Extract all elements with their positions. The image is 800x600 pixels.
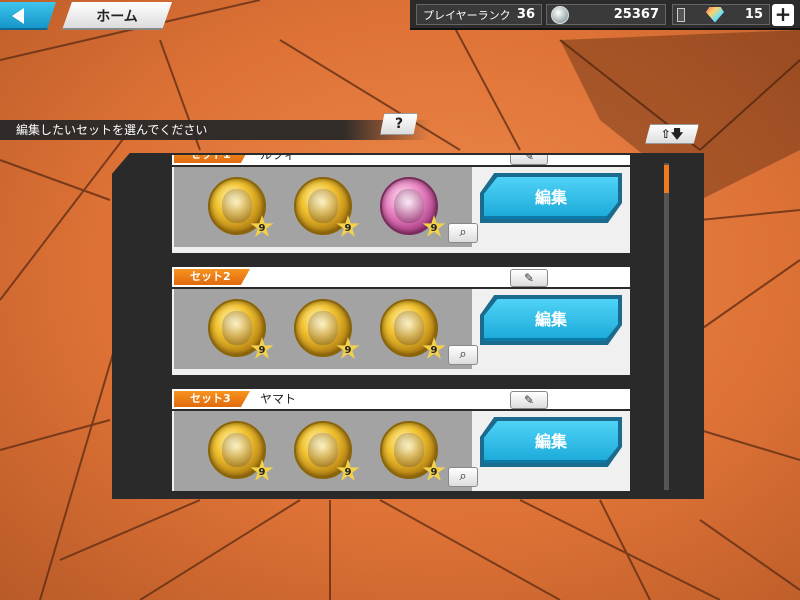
character-portrait [222,433,252,467]
character-portrait [394,311,424,345]
set-name: ヤマト [260,392,297,406]
home-button[interactable]: ホーム [62,2,172,30]
character-portrait [308,433,338,467]
gem-value: 15 [744,7,763,22]
gem-counter: 15 [672,4,770,25]
set-card-3: セット3 ヤマト ✎ 9 9 9 ⌕ 編集 [172,389,630,491]
edit-button[interactable]: 編集 [484,299,618,341]
character-portrait [222,189,252,223]
medal-slots: 9 9 9 [174,411,472,491]
rename-pen-icon[interactable]: ✎ [510,155,548,165]
character-portrait [308,189,338,223]
character-portrait [222,311,252,345]
search-magnifier-button[interactable]: ⌕ [448,223,478,243]
rename-pen-icon[interactable]: ✎ [510,391,548,409]
help-button[interactable]: ? [380,113,418,135]
scrollbar-thumb[interactable] [664,165,669,193]
player-rank-value: 36 [516,7,535,22]
player-rank: プレイヤーランク 36 [416,4,542,25]
coin-icon [551,5,569,24]
set-card-header: セット3 ヤマト ✎ [172,389,630,409]
add-gems-button[interactable]: + [772,4,794,26]
medal-slots: 9 9 9 [174,289,472,369]
character-portrait [394,433,424,467]
gem-icon [705,6,724,23]
medal-slots: 9 9 9 [174,167,472,247]
set-card-header: セット2 ✎ [172,267,630,287]
coin-value: 25367 [613,7,659,22]
back-button[interactable] [0,2,56,30]
coin-counter: 25367 [546,4,666,25]
scrollbar-track[interactable] [664,163,669,490]
character-portrait [308,311,338,345]
edit-button[interactable]: 編集 [484,177,618,219]
character-portrait [394,189,424,223]
set-card-body: 9 9 9 ⌕ 編集 [172,289,630,375]
set-label: セット3 [174,391,250,407]
search-magnifier-button[interactable]: ⌕ [448,467,478,487]
set-card-2: セット2 ✎ 9 9 9 ⌕ 編集 [172,267,630,375]
set-card-body: 9 9 9 ⌕ 編集 [172,411,630,491]
edit-button[interactable]: 編集 [484,421,618,463]
search-magnifier-button[interactable]: ⌕ [448,345,478,365]
set-card-body: 9 9 9 ⌕ 編集 [172,167,630,253]
set-label: セット1 [174,155,250,163]
gauge-icon [677,7,685,22]
back-arrow-icon [12,8,24,24]
instruction-text: 編集したいセットを選んでください [0,120,430,140]
set-name: ルフィ [260,155,296,162]
player-rank-label: プレイヤーランク [423,8,511,22]
rename-pen-icon[interactable]: ✎ [510,269,548,287]
set-card-header: セット1 ルフィ ✎ [172,155,630,165]
sort-button[interactable]: ⇧🡇 [645,124,699,144]
set-card-1: セット1 ルフィ ✎ 9 9 9 ⌕ 編集 [172,155,630,253]
set-list[interactable]: セット1 ルフィ ✎ 9 9 9 ⌕ 編集 セット2 ✎ [172,155,630,491]
set-label: セット2 [174,269,250,285]
